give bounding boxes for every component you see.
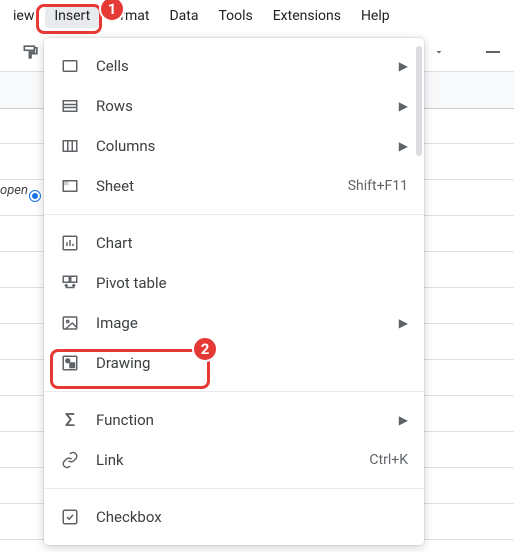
menu-item-pivot-table[interactable]: Pivot table — [44, 263, 424, 303]
drawing-icon — [60, 353, 80, 373]
sheet-icon — [60, 176, 80, 196]
chevron-right-icon: ▶ — [399, 139, 408, 153]
chevron-right-icon: ▶ — [399, 413, 408, 427]
chart-icon — [60, 233, 80, 253]
columns-icon — [60, 136, 80, 156]
menu-item-link[interactable]: Link Ctrl+K — [44, 440, 424, 480]
menu-item-function[interactable]: Σ Function ▶ — [44, 400, 424, 440]
menu-divider — [44, 214, 424, 215]
cells-icon — [60, 56, 80, 76]
menu-item-sheet[interactable]: Sheet Shift+F11 — [44, 166, 424, 206]
menu-data[interactable]: Data — [160, 4, 207, 28]
menu-item-label: Pivot table — [96, 274, 408, 292]
checkbox-icon — [60, 507, 80, 527]
menu-item-shortcut: Shift+F11 — [348, 178, 408, 194]
image-icon — [60, 313, 80, 333]
menu-item-label: Function — [96, 411, 383, 429]
cell-anchor-dot — [30, 191, 40, 201]
menu-item-drawing[interactable]: Drawing — [44, 343, 424, 383]
toolbar-minus-icon[interactable] — [480, 39, 506, 65]
menu-item-columns[interactable]: Columns ▶ — [44, 126, 424, 166]
menu-item-label: Chart — [96, 234, 408, 252]
function-sigma-icon: Σ — [60, 410, 80, 430]
menu-item-label: Link — [96, 451, 353, 469]
menu-item-chart[interactable]: Chart — [44, 223, 424, 263]
menu-tools[interactable]: Tools — [209, 4, 261, 28]
menubar: iew Insert rmat Data Tools Extensions He… — [0, 0, 514, 32]
menu-item-label: Columns — [96, 137, 383, 155]
menu-extensions[interactable]: Extensions — [264, 4, 350, 28]
menu-item-shortcut: Ctrl+K — [369, 452, 408, 468]
menu-view[interactable]: iew — [4, 4, 43, 28]
menu-item-label: Drawing — [96, 354, 408, 372]
annotation-badge-2: 2 — [192, 336, 218, 362]
menu-insert[interactable]: Insert — [45, 4, 99, 28]
menu-item-checkbox[interactable]: Checkbox — [44, 497, 424, 537]
menu-item-label: Cells — [96, 57, 383, 75]
paint-format-icon[interactable] — [18, 39, 44, 65]
chevron-right-icon: ▶ — [399, 99, 408, 113]
menu-item-cells[interactable]: Cells ▶ — [44, 46, 424, 86]
menu-item-label: Sheet — [96, 177, 332, 195]
rows-icon — [60, 96, 80, 116]
toolbar-more-dropdown[interactable] — [426, 39, 452, 65]
menu-divider — [44, 391, 424, 392]
menu-item-label: Rows — [96, 97, 383, 115]
cell-content-chip: open — [0, 179, 40, 201]
chevron-right-icon: ▶ — [399, 316, 408, 330]
pivot-table-icon — [60, 273, 80, 293]
menu-help[interactable]: Help — [352, 4, 399, 28]
menu-item-rows[interactable]: Rows ▶ — [44, 86, 424, 126]
menu-item-label: Image — [96, 314, 383, 332]
cell-content-text: open — [0, 183, 28, 198]
link-icon — [60, 450, 80, 470]
chevron-right-icon: ▶ — [399, 59, 408, 73]
menu-divider — [44, 488, 424, 489]
menu-item-image[interactable]: Image ▶ — [44, 303, 424, 343]
insert-menu-dropdown: Cells ▶ Rows ▶ Columns ▶ Sheet Shift+F11… — [44, 38, 424, 545]
menu-item-label: Checkbox — [96, 508, 408, 526]
